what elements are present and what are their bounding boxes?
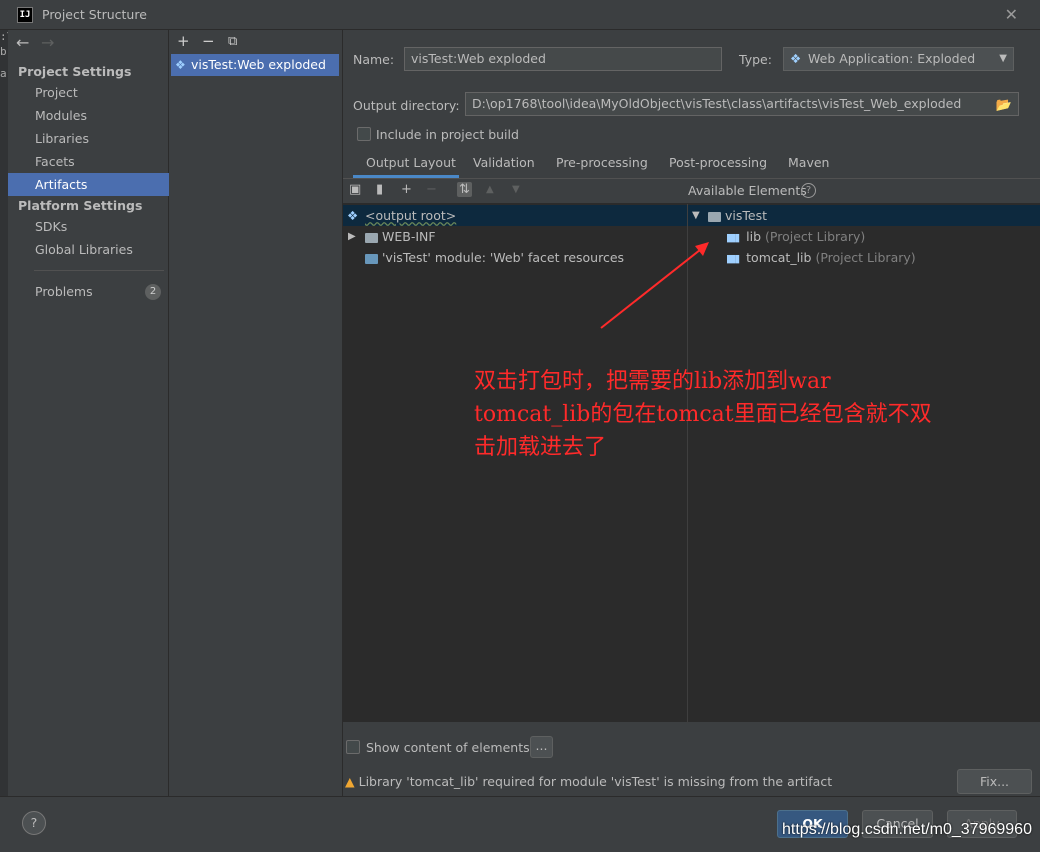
red-annotation: 双击打包时，把需要的lib添加到war tomcat_lib的包在tomcat里… <box>474 365 1034 464</box>
move-up-icon[interactable]: ▲ <box>486 184 494 195</box>
tab-pre-processing[interactable]: Pre-processing <box>556 150 648 178</box>
output-directory-value: D:\op1768\tool\idea\MyOldObject\visTest\… <box>472 96 962 111</box>
type-value: Web Application: Exploded <box>808 51 976 66</box>
output-directory-field[interactable]: D:\op1768\tool\idea\MyOldObject\visTest\… <box>465 92 1019 116</box>
web-artifact-icon: ❖ <box>790 51 802 66</box>
library-name: tomcat_lib <box>746 250 812 265</box>
intellij-logo-icon: IJ <box>17 7 33 23</box>
tab-validation[interactable]: Validation <box>473 150 535 178</box>
tab-maven[interactable]: Maven <box>788 150 829 178</box>
fix-button[interactable]: Fix... <box>957 769 1032 794</box>
annotation-arrow-head <box>695 242 709 256</box>
available-root-label: visTest <box>725 208 767 223</box>
tab-output-layout[interactable]: Output Layout <box>353 150 459 178</box>
library-icon: ▮▮▮ <box>726 252 740 265</box>
annotation-arrow-line <box>600 245 706 329</box>
dialog-footer: ? OK Cancel Apply https://blog.csdn.net/… <box>0 796 1040 852</box>
copy-artifact-button[interactable]: ⧉ <box>228 34 237 49</box>
library-name: lib <box>746 229 762 244</box>
add-artifact-button[interactable]: + <box>177 32 190 50</box>
settings-sidebar: ← → Project Settings Project Modules Lib… <box>8 30 169 796</box>
name-label: Name: <box>353 52 395 67</box>
window-title: Project Structure <box>42 7 147 22</box>
forward-arrow-icon[interactable]: → <box>41 33 54 52</box>
available-row-tomcat-lib[interactable]: ▮▮▮ tomcat_lib (Project Library) <box>688 247 1040 268</box>
problems-label: Problems <box>35 284 93 299</box>
sidebar-item-global-libraries[interactable]: Global Libraries <box>8 238 169 261</box>
tab-post-processing[interactable]: Post-processing <box>669 150 767 178</box>
csdn-watermark: https://blog.csdn.net/m0_37969960 <box>782 821 1032 838</box>
web-artifact-icon: ❖ <box>347 208 359 223</box>
create-archive-icon[interactable]: ▮ <box>376 182 383 197</box>
tree-row-output-root[interactable]: ❖ <output root> <box>343 205 687 226</box>
sidebar-item-modules[interactable]: Modules <box>8 104 169 127</box>
help-circle-icon[interactable]: ? <box>801 183 816 198</box>
artifact-name: visTest:Web exploded <box>191 57 326 72</box>
chevron-right-icon[interactable]: ▶ <box>348 226 356 247</box>
nav-toolbar: ← → <box>8 30 168 58</box>
edge-text: b <box>0 45 7 58</box>
show-content-checkbox[interactable] <box>346 740 360 754</box>
sidebar-item-problems[interactable]: Problems 2 <box>8 280 169 303</box>
show-content-label: Show content of elements <box>366 740 530 755</box>
chevron-down-icon[interactable]: ▼ <box>692 205 700 226</box>
artifact-list-item[interactable]: ❖ visTest:Web exploded <box>171 54 339 76</box>
library-kind: (Project Library) <box>765 229 866 244</box>
artifacts-panel: + − ⧉ ❖ visTest:Web exploded <box>169 30 343 796</box>
output-directory-label: Output directory: <box>353 98 460 113</box>
remove-icon[interactable]: − <box>426 182 437 197</box>
available-elements-header: Available Elements ? <box>688 179 1040 204</box>
problems-count-badge: 2 <box>145 284 161 300</box>
type-dropdown[interactable]: ❖ Web Application: Exploded ▼ <box>783 47 1014 71</box>
type-label: Type: <box>739 52 772 67</box>
sidebar-item-libraries[interactable]: Libraries <box>8 127 169 150</box>
available-row-vistest[interactable]: ▼ visTest <box>688 205 1040 226</box>
name-field[interactable]: visTest:Web exploded <box>404 47 722 71</box>
module-resources-icon <box>365 253 378 264</box>
available-elements-label: Available Elements <box>688 183 807 198</box>
sidebar-item-artifacts[interactable]: Artifacts <box>8 173 169 196</box>
remove-artifact-button[interactable]: − <box>202 32 215 50</box>
library-icon: ▮▮▮ <box>726 231 740 244</box>
create-directory-icon[interactable]: ▣ <box>349 182 361 197</box>
sidebar-separator <box>34 270 164 271</box>
warning-text: Library 'tomcat_lib' required for module… <box>358 774 833 789</box>
back-arrow-icon[interactable]: ← <box>16 33 29 52</box>
folder-icon <box>365 232 378 243</box>
module-folder-icon <box>708 211 721 222</box>
platform-settings-heading: Platform Settings <box>18 198 143 213</box>
move-down-icon[interactable]: ▼ <box>512 184 520 195</box>
sidebar-item-sdks[interactable]: SDKs <box>8 215 169 238</box>
annotation-arrow <box>600 242 709 329</box>
warning-icon: ▲ <box>345 774 355 789</box>
available-row-lib[interactable]: ▮▮▮ lib (Project Library) <box>688 226 1040 247</box>
edge-text: a <box>0 67 7 80</box>
web-artifact-icon: ❖ <box>175 58 186 72</box>
sort-elements-icon[interactable]: ⇅ <box>457 182 472 197</box>
background-window-edge: :\ b a <box>0 30 13 852</box>
library-kind: (Project Library) <box>815 250 916 265</box>
annotation-line: tomcat_lib的包在tomcat里面已经包含就不双 <box>474 402 932 427</box>
tree-label: 'visTest' module: 'Web' facet resources <box>382 250 625 265</box>
chevron-down-icon: ▼ <box>999 53 1007 64</box>
add-copy-of-icon[interactable]: + <box>401 182 412 197</box>
close-icon[interactable]: ✕ <box>1005 5 1018 24</box>
annotation-line: 双击打包时，把需要的lib添加到war <box>474 369 831 394</box>
project-settings-heading: Project Settings <box>18 64 132 79</box>
layout-toolbar: ▣ ▮ + − ⇅ ▲ ▼ <box>343 179 688 204</box>
sidebar-item-project[interactable]: Project <box>8 81 169 104</box>
sidebar-item-facets[interactable]: Facets <box>8 150 169 173</box>
warning-message: ▲ Library 'tomcat_lib' required for modul… <box>345 774 832 789</box>
title-bar: IJ Project Structure ✕ <box>0 0 1040 30</box>
include-in-build-label: Include in project build <box>376 127 519 142</box>
show-content-options-button[interactable]: ... <box>530 736 553 758</box>
include-in-build-checkbox[interactable] <box>357 127 371 141</box>
tree-label: WEB-INF <box>382 229 436 244</box>
tree-label: <output root> <box>365 208 457 223</box>
browse-folder-icon[interactable]: 📂 <box>996 95 1012 115</box>
help-button[interactable]: ? <box>22 811 46 835</box>
annotation-line: 击加载进去了 <box>474 435 607 460</box>
